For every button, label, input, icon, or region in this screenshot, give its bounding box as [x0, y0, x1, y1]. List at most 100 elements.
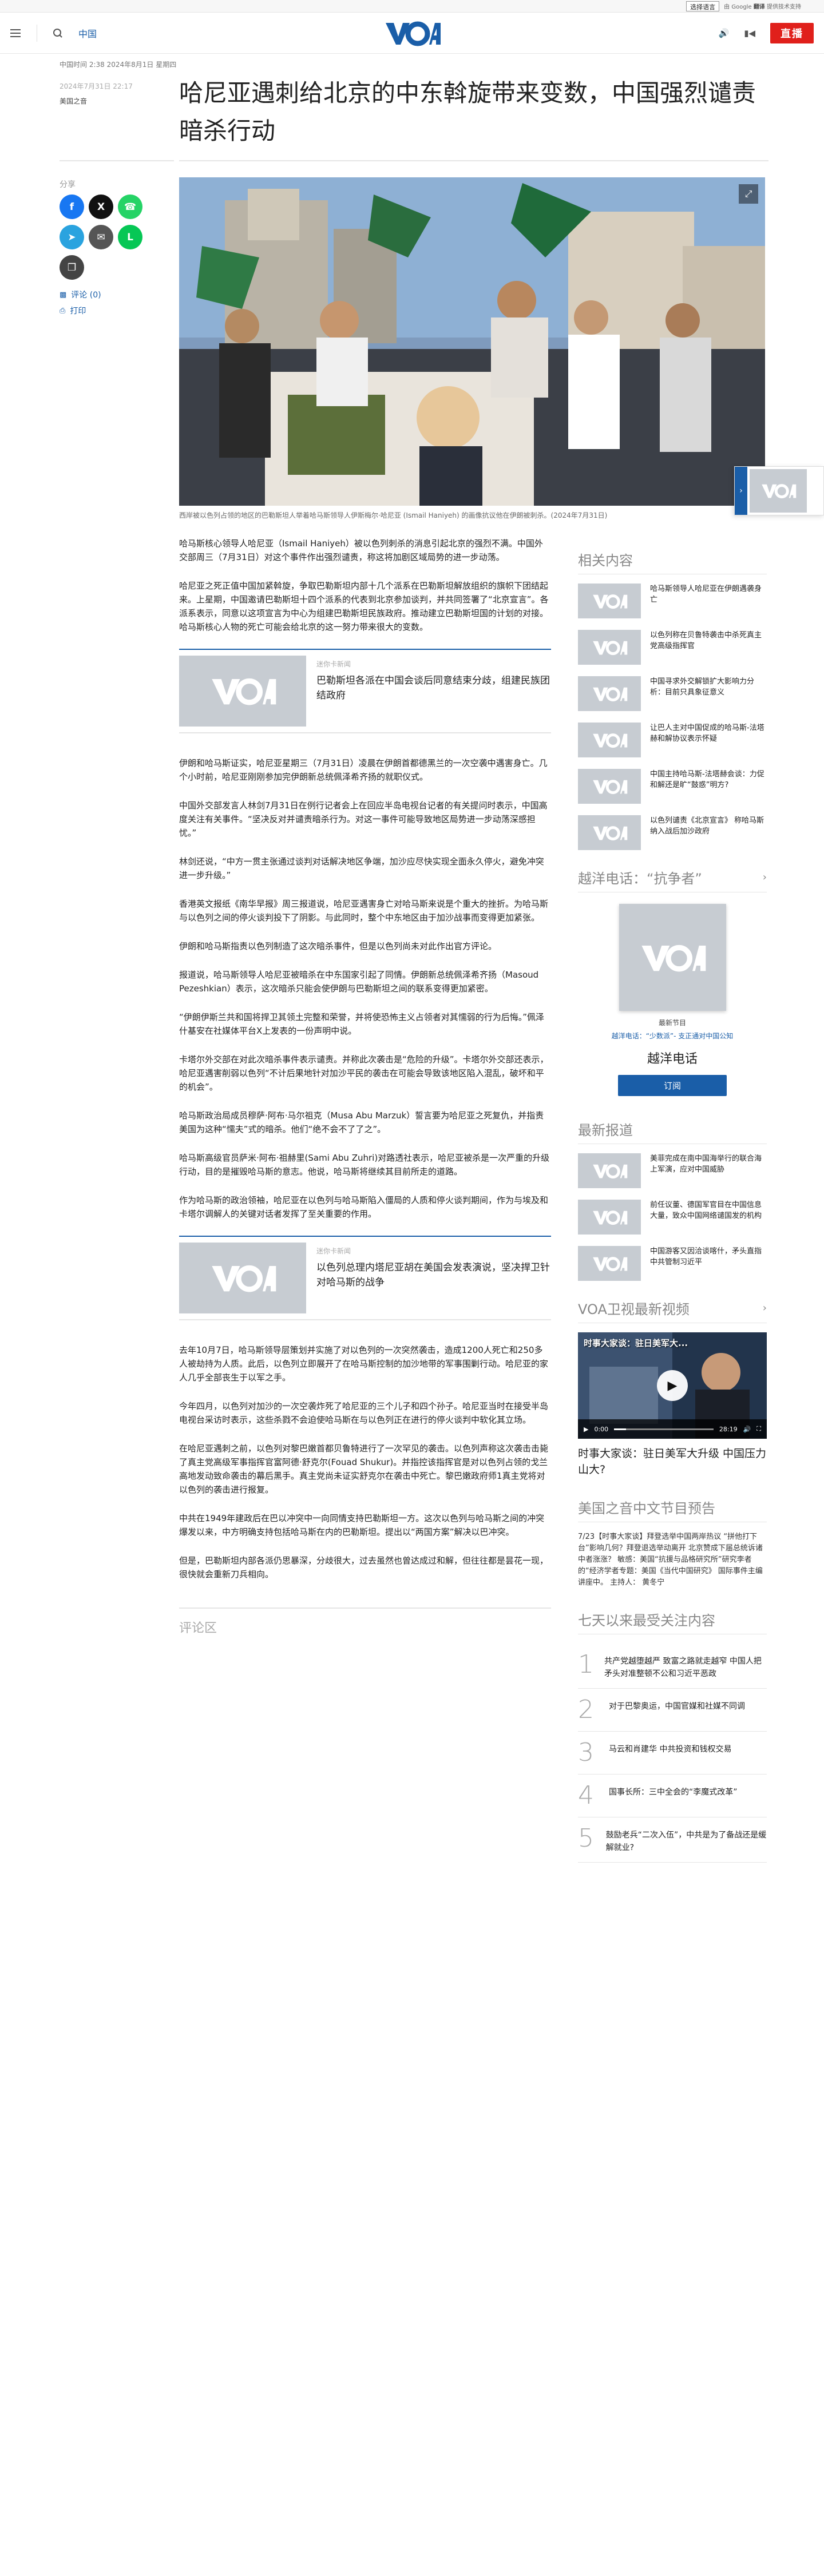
search-icon[interactable]: [53, 28, 62, 38]
list-item[interactable]: 5 鼓励老兵“二次入伍”，中共是为了备战还是缓解就业?: [578, 1817, 767, 1863]
list-item-title: 共产党越堕越严 致富之路就走越窄 中国人把矛头对准整顿不公和习近平恶政: [604, 1657, 762, 1678]
fullscreen-icon[interactable]: ⛶: [756, 1425, 761, 1433]
list-item-title: 美菲完成在南中国海举行的联合海上军演，应对中国威胁: [650, 1154, 762, 1174]
audio-icon[interactable]: 🔊: [719, 28, 730, 38]
whatsapp-icon[interactable]: ☎: [118, 195, 142, 219]
list-item-title: 鼓励老兵“二次入伍”，中共是为了备战还是缓解就业?: [605, 1831, 767, 1852]
list-item[interactable]: 4 国事长所：三中全会的“李魔式改革”: [578, 1775, 767, 1817]
copy-link-icon[interactable]: ❐: [60, 255, 84, 280]
author[interactable]: 美国之音: [60, 96, 87, 106]
telegram-icon[interactable]: ➤: [60, 225, 84, 249]
list-item[interactable]: 让巴人主对中国促成的哈马斯-法塔赫和解协议表示怀疑: [578, 723, 767, 757]
rank-number: 2: [578, 1695, 594, 1724]
thumb: [578, 769, 641, 804]
related-title[interactable]: 以色列总理内塔尼亚胡在美国会发表演说，坚决捍卫针对哈马斯的战争: [316, 1260, 551, 1290]
article-paragraph: 哈马斯政治局成员穆萨·阿布·马尔祖克（Musa Abu Marzuk）誓言要为哈…: [179, 1110, 544, 1134]
video-duration: 28:19: [719, 1425, 738, 1433]
translate-bar: 选择语言 由 Google 翻译 提供技术支持: [0, 0, 824, 13]
title-divider: [179, 160, 768, 161]
thumb: [578, 1246, 641, 1281]
video-heading[interactable]: VOA卫视最新视频 ›: [578, 1298, 767, 1323]
related-title[interactable]: 巴勒斯坦各派在中国会谈后同意结束分歧，组建民族团结政府: [316, 673, 551, 703]
voa-thumb-logo: [593, 640, 628, 655]
print-link[interactable]: ⎙ 打印: [60, 305, 145, 316]
radio-episode-link[interactable]: 越洋电话：“少数派”- 支正通对中国公知: [578, 1031, 767, 1041]
voa-thumb-logo: [212, 678, 276, 705]
article-paragraph: 林剑还说，“中方一贯主张通过谈判对话解决地区争端，加沙应尽快实现全面永久停火，避…: [179, 856, 544, 880]
list-item[interactable]: 2 对于巴黎奥运，中国官媒和社媒不同调: [578, 1689, 767, 1732]
chevron-right-icon[interactable]: ›: [735, 467, 747, 515]
list-item[interactable]: 中国游客又因洽谈喀什，矛头直指中共管制习近平: [578, 1246, 767, 1281]
timestamp-line: 中国时间 2:38 2024年8月1日 星期四: [60, 61, 177, 69]
floating-related-card[interactable]: ›: [734, 466, 824, 515]
voa-logo-mark: [386, 21, 441, 46]
inline-related-card[interactable]: 迷你卡新闻 巴勒斯坦各派在中国会谈后同意结束分歧，组建民族团结政府: [179, 649, 551, 733]
translate-powered-by: 由 Google 翻译 提供技术支持: [724, 4, 801, 10]
hero-image: ⤢: [179, 177, 765, 506]
list-item[interactable]: 中国寻求外交解锁扩大影响力分析：目前只具象征意义: [578, 676, 767, 711]
thumb: [578, 1200, 641, 1235]
section-link[interactable]: 中国: [78, 26, 97, 40]
publish-date: 2024年7月31日 22:17: [60, 82, 133, 90]
x-twitter-icon[interactable]: X: [89, 195, 113, 219]
voa-thumb-logo: [593, 1256, 628, 1271]
facebook-icon[interactable]: f: [60, 195, 84, 219]
video-icon[interactable]: ▮◀: [744, 28, 755, 38]
play-small-icon[interactable]: ▶: [584, 1426, 588, 1433]
voa-thumb-logo: [593, 594, 628, 609]
article-title: 哈尼亚遇刺给北京的中东斡旋带来变数，中国强烈谴责暗杀行动: [179, 79, 756, 145]
thumb: [578, 630, 641, 665]
rank-number: 1: [578, 1650, 594, 1679]
related-kicker: 迷你卡新闻: [316, 1247, 351, 1255]
article-paragraph: 作为哈马斯的政治领袖，哈尼亚在以色列与哈马斯陷入僵局的人质和停火谈判期间，作为与…: [179, 1195, 549, 1219]
latest-list: 美菲完成在南中国海举行的联合海上军演，应对中国威胁 前任议董、德国军官目在中国信…: [578, 1153, 767, 1281]
list-item-title: 哈马斯领导人哈尼亚在伊朗遇袭身亡: [650, 585, 762, 604]
related-thumb: [179, 656, 306, 727]
list-item[interactable]: 美菲完成在南中国海举行的联合海上军演，应对中国威胁: [578, 1153, 767, 1188]
chevron-right-icon: ›: [762, 1302, 767, 1314]
list-item[interactable]: 中国主持哈马斯-法塔赫会谈：力促和解还是旷“鼓惑”明方?: [578, 769, 767, 804]
list-item-title: 对于巴黎奥运，中国官媒和社媒不同调: [609, 1702, 745, 1711]
list-item[interactable]: 1 共产党越堕越严 致富之路就走越窄 中国人把矛头对准整顿不公和习近平恶政: [578, 1644, 767, 1689]
live-button[interactable]: 直播: [770, 22, 814, 43]
related-list: 哈马斯领导人哈尼亚在伊朗遇袭身亡 以色列称在贝鲁特袭击中杀死真主党高级指挥官 中…: [578, 584, 767, 850]
email-icon[interactable]: ✉: [89, 225, 113, 249]
list-item[interactable]: 3 马云和肖建华 中共投资和钱权交易: [578, 1732, 767, 1775]
article-paragraph: 在哈尼亚遇刺之前，以色列对黎巴嫩首都贝鲁特进行了一次罕见的袭击。以色列声称这次袭…: [179, 1443, 549, 1495]
thumb: [578, 676, 641, 711]
play-icon[interactable]: ▶: [657, 1370, 688, 1401]
menu-icon[interactable]: [10, 29, 21, 37]
article-paragraph: 今年四月，以色列对加沙的一次空袭炸死了哈尼亚的三个儿子和四个孙子。哈尼亚当时在接…: [179, 1401, 549, 1425]
inline-related-card[interactable]: 迷你卡新闻 以色列总理内塔尼亚胡在美国会发表演说，坚决捍卫针对哈马斯的战争: [179, 1236, 551, 1320]
radio-cover[interactable]: [619, 904, 726, 1011]
preview-text[interactable]: 7/23【时事大家谈】拜登选举中国两岸热议 “拼他打下台”影响几何？拜登退选举动…: [578, 1531, 767, 1589]
list-item-title: 马云和肖建华 中共投资和钱权交易: [609, 1745, 732, 1754]
article-paragraph: 哈马斯高级官员萨米·阿布·祖赫里(Sami Abu Zuhri)对路透社表示，哈…: [179, 1153, 550, 1177]
video-progress-bar[interactable]: [614, 1428, 714, 1430]
related-thumb: [179, 1243, 306, 1313]
language-select[interactable]: 选择语言: [686, 1, 720, 11]
voa-logo[interactable]: [383, 19, 441, 49]
video-controls: ▶ 0:00 28:19 🔊 ⛶: [578, 1419, 767, 1439]
comments-link[interactable]: ▩ 评论 (0): [60, 289, 145, 300]
subscribe-button[interactable]: 订阅: [618, 1075, 727, 1096]
comment-icon: ▩: [60, 290, 67, 299]
list-item[interactable]: 以色列称在贝鲁特袭击中杀死真主党高级指挥官: [578, 630, 767, 665]
article-paragraph: 卡塔尔外交部在对此次暗杀事件表示谴责。并称此次袭击是“危险的升级”。卡塔尔外交部…: [179, 1054, 549, 1092]
video-title[interactable]: 时事大家谈：驻日美军大升级 中国压力山大?: [578, 1446, 767, 1478]
expand-icon[interactable]: ⤢: [739, 184, 758, 204]
list-item[interactable]: 前任议董、德国军官目在中国信息大量，致众中国网络谴国发的机构: [578, 1200, 767, 1235]
comments-section-title: 评论区: [179, 1607, 551, 1636]
line-icon[interactable]: L: [118, 225, 142, 249]
voa-thumb-logo: [641, 944, 706, 971]
video-player[interactable]: 时事大家谈：驻日美军大... ▶ ▶ 0:00 28:19 🔊 ⛶: [578, 1332, 767, 1439]
rank-number: 3: [578, 1738, 594, 1767]
voa-thumb-logo: [593, 779, 628, 794]
list-item[interactable]: 以色列谴责《北京宣言》 称哈马斯纳入战后加沙政府: [578, 815, 767, 850]
radio-heading[interactable]: 越洋电话：“抗争者” ›: [578, 867, 767, 892]
volume-icon[interactable]: 🔊: [743, 1426, 751, 1433]
article-paragraph: 中国外交部发言人林剑7月31日在例行记者会上在回应半岛电视台记者的有关提问时表示…: [179, 800, 548, 838]
related-heading: 相关内容: [578, 549, 767, 574]
article-body: 哈马斯核心领导人哈尼亚（Ismail Haniyeh）被以色列刺杀的消息引起北京…: [179, 537, 551, 1636]
list-item[interactable]: 哈马斯领导人哈尼亚在伊朗遇袭身亡: [578, 584, 767, 618]
